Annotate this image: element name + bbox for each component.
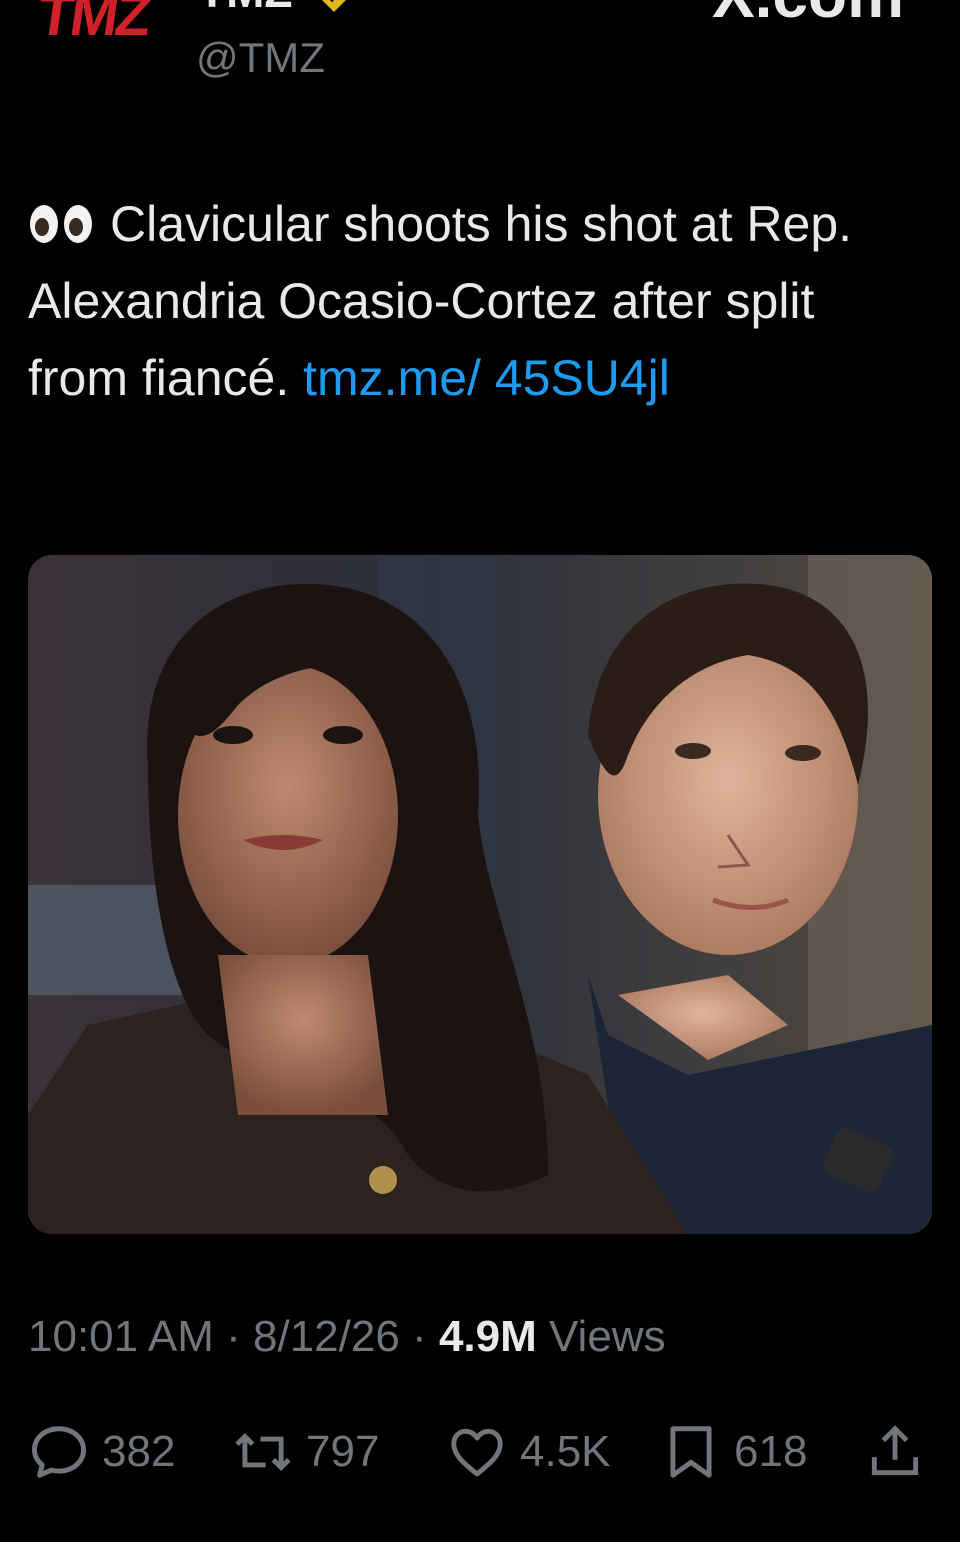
reply-count: 382 xyxy=(102,1427,176,1476)
bookmark-button[interactable]: 618 xyxy=(660,1412,807,1492)
bookmark-icon xyxy=(670,1426,712,1478)
meta-separator: · xyxy=(213,1312,254,1361)
repost-button[interactable]: 797 xyxy=(232,1412,379,1492)
meta-separator: · xyxy=(399,1312,439,1361)
tweet-link[interactable]: tmz.me/ 45SU4jl xyxy=(303,350,670,406)
tweet-header: TMZ TMZ X.com xyxy=(0,0,960,48)
repost-count: 797 xyxy=(306,1427,380,1476)
verified-badge-icon xyxy=(322,0,346,12)
share-icon xyxy=(871,1425,919,1476)
share-button[interactable] xyxy=(864,1412,938,1492)
source-domain: X.com xyxy=(712,0,904,32)
repost-icon xyxy=(235,1433,291,1471)
like-button[interactable]: 4.5K xyxy=(446,1412,611,1492)
like-count: 4.5K xyxy=(520,1427,611,1476)
views-count[interactable]: 4.9M xyxy=(439,1312,537,1361)
tweet-text: Clavicular shoots his shot at Rep. Alexa… xyxy=(28,186,908,417)
tmz-logo-avatar[interactable]: TMZ xyxy=(33,0,153,49)
tweet-actions: 382 797 4.5K 618 xyxy=(28,1412,932,1492)
reply-bubble-icon xyxy=(32,1426,86,1478)
tweet-date[interactable]: 8/12/26 xyxy=(253,1312,400,1361)
display-name[interactable]: TMZ xyxy=(198,0,293,18)
heart-icon xyxy=(451,1428,503,1477)
tweet-meta: 10:01 AM · 8/12/26 · 4.9M Views xyxy=(28,1312,666,1362)
photo-aoc-and-clavicular xyxy=(28,555,932,1234)
bookmark-count: 618 xyxy=(734,1427,808,1476)
user-handle[interactable]: @TMZ xyxy=(196,34,325,82)
views-label: Views xyxy=(536,1312,666,1361)
tweet-time[interactable]: 10:01 AM xyxy=(28,1312,214,1361)
eyes-emoji-icon xyxy=(30,205,92,243)
tweet-image[interactable] xyxy=(28,555,932,1234)
reply-button[interactable]: 382 xyxy=(28,1412,175,1492)
